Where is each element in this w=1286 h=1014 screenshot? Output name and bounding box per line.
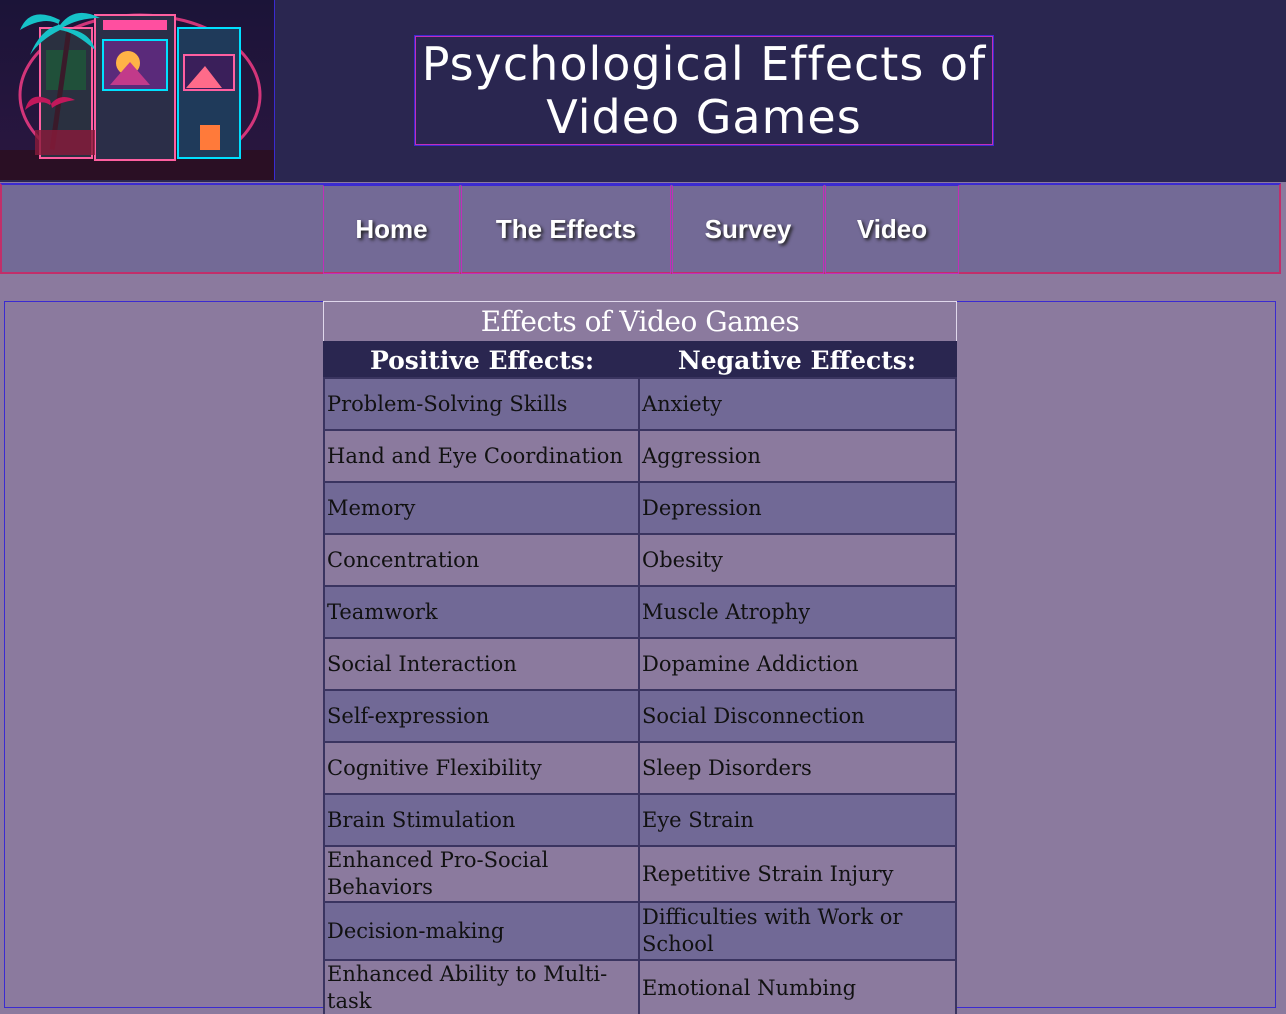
positive-cell: Memory: [323, 481, 640, 535]
negative-cell: Dopamine Addiction: [637, 637, 958, 691]
header-positive: Positive Effects:: [324, 342, 639, 378]
table-row: Memory Depression: [323, 481, 958, 535]
table-row: Brain Stimulation Eye Strain: [323, 793, 958, 847]
negative-cell: Depression: [637, 481, 958, 535]
table-row: Decision-making Difficulties with Work o…: [323, 901, 958, 961]
nav-survey[interactable]: Survey: [672, 185, 824, 274]
negative-cell: Social Disconnection: [637, 689, 958, 743]
nav-video[interactable]: Video: [825, 185, 959, 274]
main-nav: Home The Effects Survey Video: [0, 183, 1281, 274]
table-row: Concentration Obesity: [323, 533, 958, 587]
negative-cell: Sleep Disorders: [637, 741, 958, 795]
table-row: Enhanced Ability to Multi-task Emotional…: [323, 959, 958, 1014]
effects-table: Positive Effects: Negative Effects: Prob…: [323, 341, 958, 1014]
table-row: Problem-Solving Skills Anxiety: [323, 377, 958, 431]
negative-cell: Anxiety: [637, 377, 958, 431]
table-row: Enhanced Pro-Social Behaviors Repetitive…: [323, 845, 958, 903]
arcade-logo-image: [0, 0, 275, 180]
table-row: Self-expression Social Disconnection: [323, 689, 958, 743]
positive-cell: Enhanced Pro-Social Behaviors: [323, 845, 640, 903]
positive-cell: Hand and Eye Coordination: [323, 429, 640, 483]
table-row: Cognitive Flexibility Sleep Disorders: [323, 741, 958, 795]
positive-cell: Decision-making: [323, 901, 640, 961]
page-header: Psychological Effects of Video Games: [0, 0, 1286, 182]
positive-cell: Concentration: [323, 533, 640, 587]
table-caption: Effects of Video Games: [323, 301, 957, 341]
negative-cell: Repetitive Strain Injury: [637, 845, 958, 903]
positive-cell: Cognitive Flexibility: [323, 741, 640, 795]
page-title-box: Psychological Effects of Video Games: [414, 35, 994, 146]
negative-cell: Muscle Atrophy: [637, 585, 958, 639]
table-row: Hand and Eye Coordination Aggression: [323, 429, 958, 483]
positive-cell: Social Interaction: [323, 637, 640, 691]
negative-cell: Obesity: [637, 533, 958, 587]
table-row: Social Interaction Dopamine Addiction: [323, 637, 958, 691]
positive-cell: Enhanced Ability to Multi-task: [323, 959, 640, 1014]
nav-home[interactable]: Home: [323, 185, 460, 274]
effects-table-container: Effects of Video Games Positive Effects:…: [323, 301, 958, 1014]
page-title: Psychological Effects of Video Games: [421, 36, 987, 144]
positive-cell: Teamwork: [323, 585, 640, 639]
table-row: Teamwork Muscle Atrophy: [323, 585, 958, 639]
negative-cell: Emotional Numbing: [637, 959, 958, 1014]
nav-the-effects[interactable]: The Effects: [461, 185, 671, 274]
negative-cell: Difficulties with Work or School: [637, 901, 958, 961]
positive-cell: Brain Stimulation: [323, 793, 640, 847]
positive-cell: Self-expression: [323, 689, 640, 743]
negative-cell: Eye Strain: [637, 793, 958, 847]
positive-cell: Problem-Solving Skills: [323, 377, 640, 431]
negative-cell: Aggression: [637, 429, 958, 483]
header-negative: Negative Effects:: [638, 342, 956, 378]
